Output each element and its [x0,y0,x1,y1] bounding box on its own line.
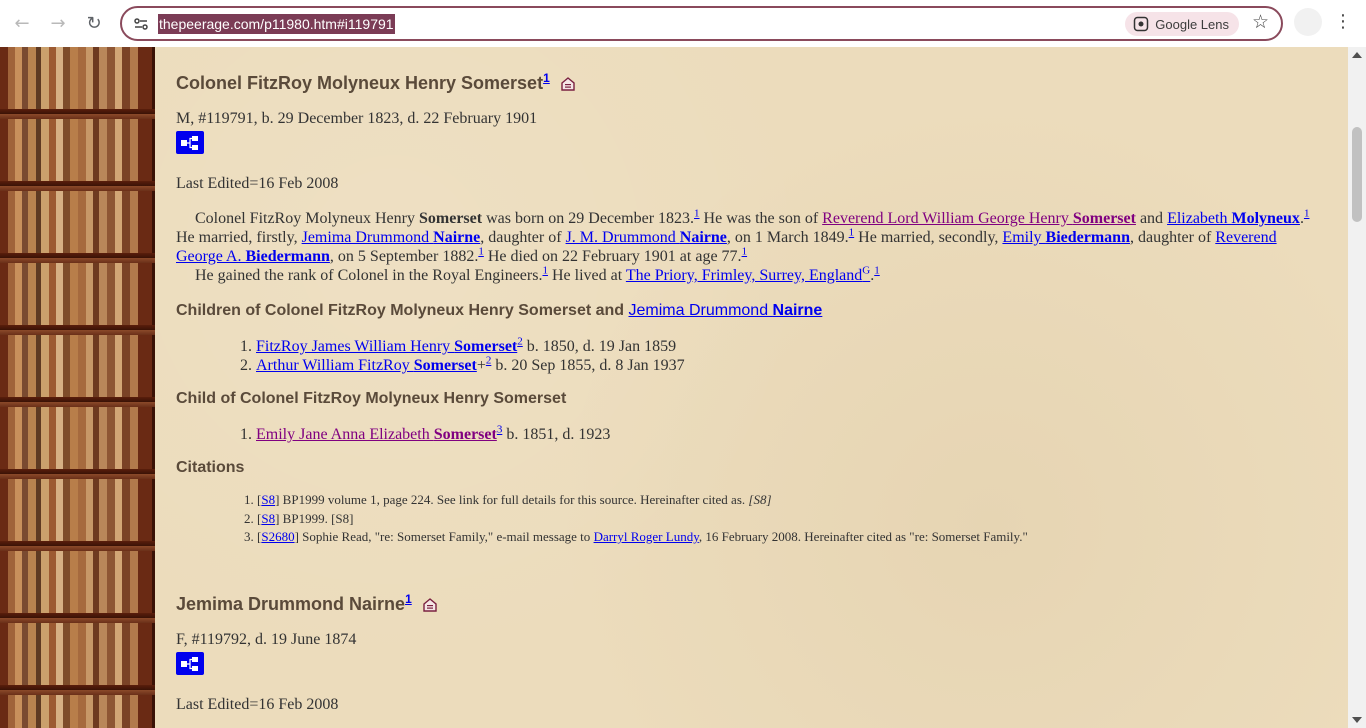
family-tree-icon [181,656,198,671]
person-name: Colonel FitzRoy Molyneux Henry Somerset [176,73,544,93]
list-item: [S2680] Sophie Read, "re: Somerset Famil… [257,528,1028,547]
last-edited: Last Edited=16 Feb 2008 [176,175,339,192]
family-tree-icon [181,135,198,150]
source-link[interactable]: S8 [261,492,275,507]
second-wife-link[interactable]: Emily Biedermann [1002,229,1130,246]
list-item: [S8] BP1999 volume 1, page 224. See link… [257,491,1028,510]
residence-link[interactable]: The Priory, Frimley, Surrey, EnglandG [626,265,870,284]
biography-paragraph: Colonel FitzRoy Molyneux Henry Somerset … [176,207,1310,284]
google-lens-button[interactable]: Google Lens [1125,12,1239,36]
children-heading-mother-link[interactable]: Jemima Drummond Nairne [629,302,823,319]
source-link[interactable]: S2680 [261,529,294,544]
father-link[interactable]: Reverend Lord William George Henry Somer… [822,210,1136,227]
site-settings-icon[interactable] [132,15,150,33]
person-title-citation-link[interactable]: 1 [405,592,412,606]
citations-heading: Citations [176,459,245,476]
citation-link[interactable]: 1 [874,265,880,277]
scroll-up-icon[interactable] [1352,52,1362,58]
list-item: Emily Jane Anna Elizabeth Somerset3 b. 1… [256,424,610,444]
child-link[interactable]: Emily Jane Anna Elizabeth Somerset [256,426,497,443]
browser-toolbar: ← → ↻ thepeerage.com/p11980.htm#i119791 … [0,0,1366,47]
reload-icon[interactable]: ↻ [76,5,112,41]
main-content: Colonel FitzRoy Molyneux Henry Somerset1… [155,47,1348,728]
scroll-down-icon[interactable] [1352,717,1362,723]
bookshelf-background [0,47,160,728]
kebab-menu-icon[interactable]: ⋮ [1334,11,1352,32]
address-bar[interactable]: thepeerage.com/p11980.htm#i119791 Google… [120,6,1283,41]
house-icon[interactable] [423,598,437,612]
scrollbar-thumb[interactable] [1352,127,1362,222]
citations-list: [S8] BP1999 volume 1, page 224. See link… [176,491,1028,547]
family-tree-button[interactable] [176,652,204,675]
children-heading: Children of Colonel FitzRoy Molyneux Hen… [176,302,823,319]
first-wife-father-link[interactable]: J. M. Drummond Nairne [566,229,727,246]
child-heading: Child of Colonel FitzRoy Molyneux Henry … [176,390,567,407]
person-title: Jemima Drummond Nairne1 [176,592,437,615]
child-link[interactable]: Arthur William FitzRoy Somerset [256,357,477,374]
list-item: Arthur William FitzRoy Somerset+2 b. 20 … [256,355,685,375]
author-link[interactable]: Darryl Roger Lundy [594,529,699,544]
citation-link[interactable]: 1 [1304,208,1310,220]
child-list: Emily Jane Anna Elizabeth Somerset3 b. 1… [176,424,610,444]
back-arrow-icon[interactable]: ← [4,5,40,41]
web-page: Colonel FitzRoy Molyneux Henry Somerset1… [0,47,1366,728]
list-item: FitzRoy James William Henry Somerset2 b.… [256,336,685,356]
person-title-citation-link[interactable]: 1 [543,71,550,85]
person-name: Jemima Drummond Nairne [176,594,406,614]
bookmark-star-icon[interactable]: ☆ [1252,11,1269,33]
citation-link[interactable]: 1 [742,246,748,258]
google-lens-label: Google Lens [1155,16,1229,32]
forward-arrow-icon[interactable]: → [40,5,76,41]
google-lens-icon [1134,16,1149,32]
person-info: F, #119792, d. 19 June 1874 [176,631,357,648]
first-wife-link[interactable]: Jemima Drummond Nairne [302,229,481,246]
profile-avatar[interactable] [1294,8,1322,36]
last-edited: Last Edited=16 Feb 2008 [176,696,339,713]
children-list: FitzRoy James William Henry Somerset2 b.… [176,336,685,375]
child-link[interactable]: FitzRoy James William Henry Somerset [256,338,517,355]
vertical-scrollbar[interactable] [1348,47,1366,728]
source-link[interactable]: S8 [261,511,275,526]
house-icon[interactable] [561,77,575,91]
url-text[interactable]: thepeerage.com/p11980.htm#i119791 [158,13,395,34]
family-tree-button[interactable] [176,131,204,154]
person-info: M, #119791, b. 29 December 1823, d. 22 F… [176,110,538,127]
person-title: Colonel FitzRoy Molyneux Henry Somerset1 [176,71,575,94]
mother-link[interactable]: Elizabeth Molyneux [1167,210,1300,227]
list-item: [S8] BP1999. [S8] [257,510,1028,529]
